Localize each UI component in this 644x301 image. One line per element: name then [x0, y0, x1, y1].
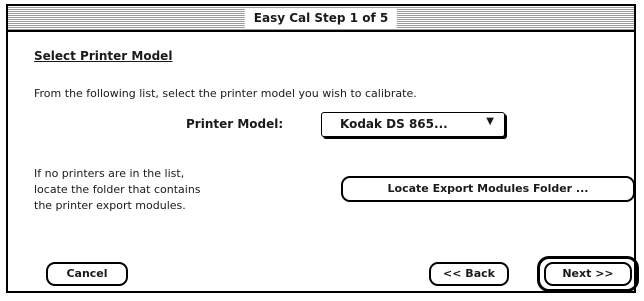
- printer-model-popup[interactable]: Kodak DS 865... ▼: [321, 112, 505, 137]
- back-button[interactable]: << Back: [429, 262, 509, 286]
- title-bar[interactable]: Easy Cal Step 1 of 5: [8, 6, 634, 32]
- help-text-line: the printer export modules.: [34, 199, 186, 212]
- cancel-button[interactable]: Cancel: [46, 262, 128, 286]
- help-text-line: If no printers are in the list,: [34, 167, 185, 180]
- printer-model-label: Printer Model:: [186, 117, 284, 131]
- default-button-ring: Next >>: [537, 256, 639, 292]
- section-heading: Select Printer Model: [34, 49, 173, 63]
- locate-export-modules-folder-button[interactable]: Locate Export Modules Folder ...: [341, 176, 635, 202]
- triangle-down-icon: ▼: [486, 116, 494, 127]
- help-text-line: locate the folder that contains: [34, 183, 201, 196]
- window-title: Easy Cal Step 1 of 5: [244, 8, 398, 28]
- instruction-text: From the following list, select the prin…: [34, 87, 417, 100]
- next-button[interactable]: Next >>: [544, 262, 632, 286]
- printer-model-value: Kodak DS 865...: [340, 117, 448, 131]
- easy-cal-dialog: Easy Cal Step 1 of 5 Select Printer Mode…: [6, 4, 639, 293]
